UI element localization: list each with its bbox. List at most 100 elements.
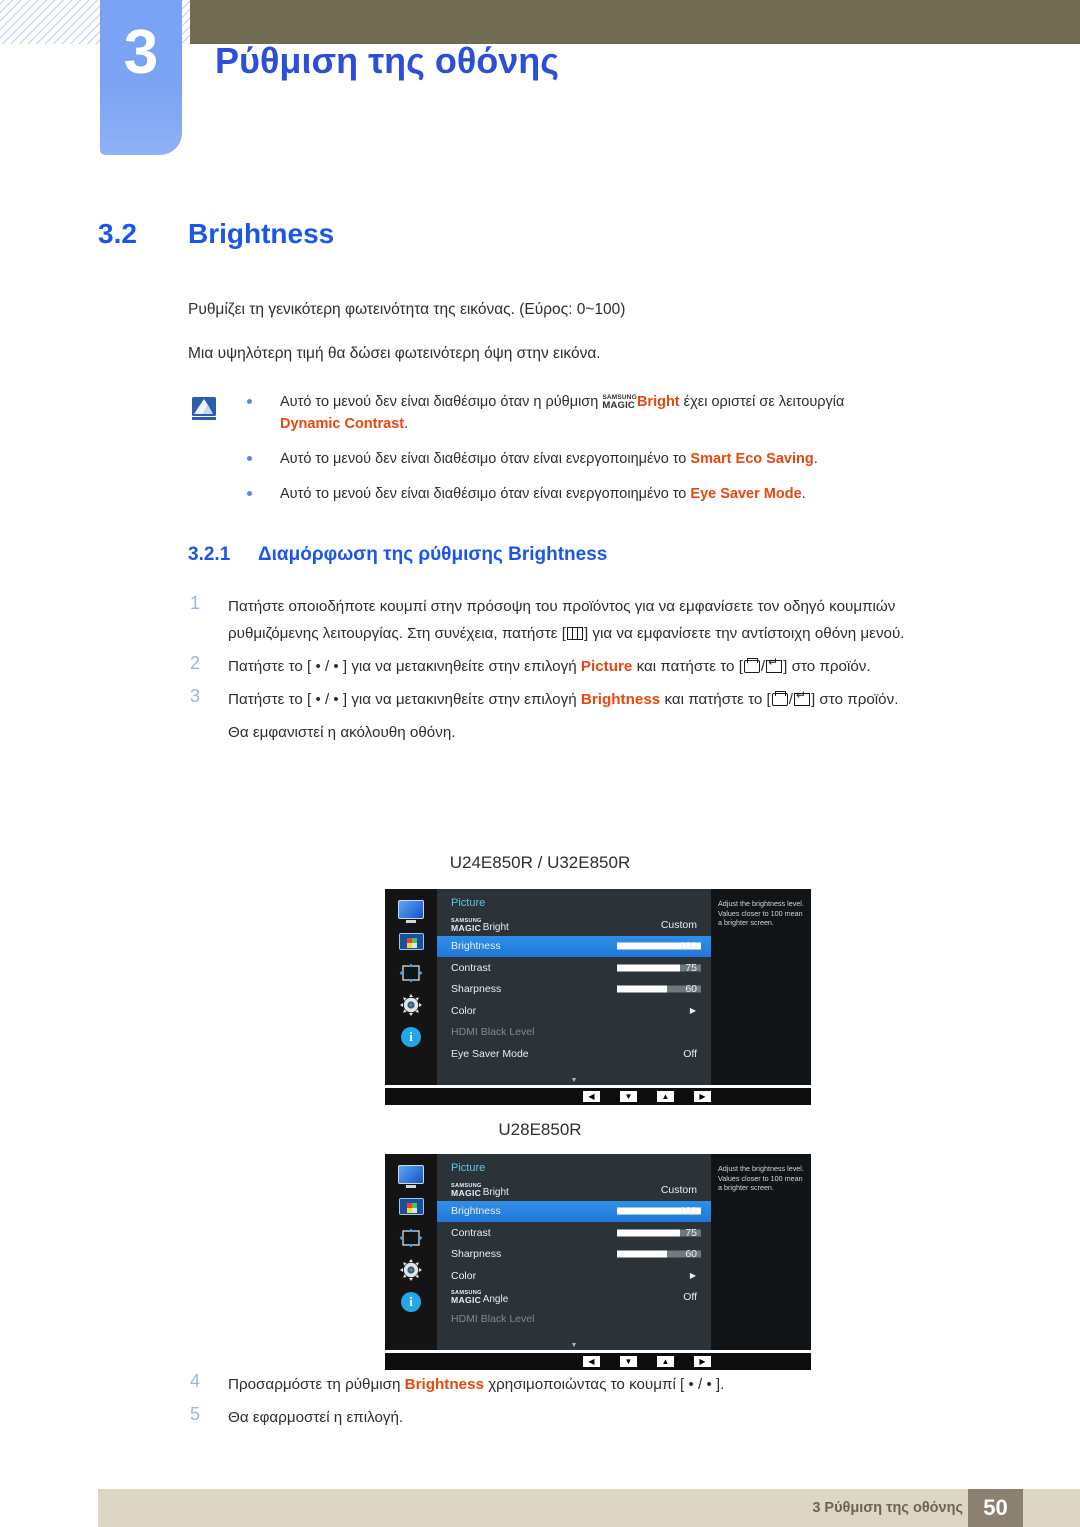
osd-menu-item[interactable]: SAMSUNG MAGIC Bright Custom (437, 1179, 711, 1201)
osd-menu-item[interactable]: Contrast 75 (437, 1222, 711, 1244)
osd-nav-button-1[interactable]: ▼ (620, 1356, 637, 1367)
osd1-menu-title: Picture (451, 897, 486, 909)
osd-nav-button-3[interactable]: ▶ (694, 1091, 711, 1102)
note-icon (191, 396, 219, 422)
osd-menu-item-value: 60 (685, 983, 697, 996)
chapter-number: 3 (123, 18, 159, 87)
step-3-text-a: Πατήστε το [ (228, 691, 316, 708)
samsung-magic-logo: SAMSUNG MAGIC Angle (451, 1290, 508, 1305)
osd-menu-item-label: Brightness (451, 1205, 501, 1218)
osd2-scroll-indicator[interactable]: ▼ (437, 1342, 711, 1349)
monitor-icon[interactable] (396, 1162, 426, 1186)
monitor-icon[interactable] (396, 897, 426, 921)
magic-logo-suffix: Bright (482, 1186, 509, 1198)
osd-nav-button-2[interactable]: ▲ (657, 1091, 674, 1102)
osd-menu-item-label: HDMI Black Level (451, 1026, 535, 1039)
step-4: 4 Προσαρμόστε τη ρύθμιση Brightness χρησ… (190, 1371, 990, 1398)
osd-menu-item-value: Custom (660, 1183, 697, 1196)
osd-menu-item[interactable]: Sharpness 60 (437, 1244, 711, 1266)
osd2-menu-panel: Picture SAMSUNG MAGIC Bright Custom Brightne… (437, 1154, 711, 1350)
note1-text-a: Αυτό το μενού δεν είναι διαθέσιμο όταν η… (280, 394, 603, 410)
osd-menu-item[interactable]: SAMSUNG MAGIC Bright Custom (437, 914, 711, 936)
step-3-text-c: ] για να μετακινηθείτε στην επιλογή (338, 691, 581, 708)
osd-menu-item[interactable]: Color ▶ (437, 1265, 711, 1287)
osd-nav-button-2[interactable]: ▲ (657, 1356, 674, 1367)
osd-menu-item-value: Custom (660, 918, 697, 931)
move-icon[interactable] (396, 961, 426, 985)
magic-logo-bottom: MAGIC (451, 922, 482, 933)
step-1: 1 Πατήστε οποιοδήποτε κουμπί στην πρόσοψ… (190, 593, 990, 647)
osd-screenshot-2: i Picture SAMSUNG MAGIC Bright Custom Bright… (385, 1154, 811, 1370)
step-2-text-d: και πατήστε το [ (632, 658, 743, 675)
osd2-button-bar: ◀ ▼ ▲ ▶ (385, 1353, 811, 1370)
info-icon[interactable]: i (396, 1290, 426, 1314)
osd-menu-item[interactable]: Eye Saver Mode Off (437, 1043, 711, 1065)
osd2-sidebar: i (385, 1154, 437, 1350)
osd-menu-item[interactable]: Contrast 75 (437, 957, 711, 979)
header-olive-bar (190, 0, 1080, 44)
osd-nav-button-0[interactable]: ◀ (583, 1356, 600, 1367)
info-icon[interactable]: i (396, 1025, 426, 1049)
samsung-magic-logo: SAMSUNG MAGIC Bright (451, 918, 509, 933)
osd1-caption: U24E850R / U32E850R (449, 853, 631, 872)
osd-menu-item[interactable]: Color ▶ (437, 1000, 711, 1022)
steps-list-continued: 4 Προσαρμόστε τη ρύθμιση Brightness χρησ… (190, 1371, 990, 1437)
section-number: 3.2 (98, 218, 137, 249)
chapter-title: Ρύθμιση της οθόνης (215, 40, 560, 81)
picture-icon[interactable] (396, 929, 426, 953)
step-4-text-d: ]. (711, 1376, 725, 1393)
subsection-number: 3.2.1 (188, 544, 231, 565)
osd-menu-item-value: 60 (685, 1248, 697, 1261)
note3-text-b: . (801, 486, 806, 502)
gear-icon[interactable] (396, 1258, 426, 1282)
step-3-note: Θα εμφανιστεί η ακόλουθη οθόνη. (228, 724, 456, 741)
osd1-button-bar: ◀ ▼ ▲ ▶ (385, 1088, 811, 1105)
samsung-magic-logo: SAMSUNG MAGIC Bright (451, 1183, 509, 1198)
osd-menu-item[interactable]: Sharpness 60 (437, 979, 711, 1001)
note2-highlight: Smart Eco Saving (690, 451, 814, 467)
chevron-right-icon: ▶ (689, 1006, 696, 1016)
osd-menu-item[interactable]: HDMI Black Level (437, 1308, 711, 1330)
osd2-rows: SAMSUNG MAGIC Bright Custom Brightness 100 Con… (437, 1179, 711, 1330)
step-4-text-b: χρησιμοποιώντας το κουμπί [ (483, 1376, 689, 1393)
osd-menu-item-label: Sharpness (451, 983, 502, 996)
note1-highlight: Dynamic Contrast (280, 416, 405, 432)
picture-icon[interactable] (396, 1194, 426, 1218)
step-2-text-a: Πατήστε το [ (228, 658, 316, 675)
osd-menu-item[interactable]: SAMSUNG MAGIC Angle Off (437, 1287, 711, 1309)
osd1-sidebar: i (385, 889, 437, 1085)
page-header: 3 Ρύθμιση της οθόνης (0, 0, 1080, 155)
move-icon[interactable] (396, 1226, 426, 1250)
osd1-rows: SAMSUNG MAGIC Bright Custom Brightness 100 Con… (437, 914, 711, 1065)
note1-text-c: . (404, 416, 409, 432)
enter-key-icon (766, 656, 783, 673)
bullet-icon (247, 491, 252, 496)
back-key-icon (771, 691, 788, 706)
chapter-number-tab: 3 (100, 0, 182, 155)
osd-menu-item[interactable]: HDMI Black Level (437, 1022, 711, 1044)
section-paragraph-2: Μια υψηλότερη τιμή θα δώσει φωτεινότερη … (188, 345, 601, 362)
step-3: 3 Πατήστε το [ • / • ] για να μετακινηθε… (190, 686, 990, 713)
osd-nav-button-3[interactable]: ▶ (694, 1356, 711, 1367)
step-2-index: 2 (190, 653, 201, 673)
step-4-text-a: Προσαρμόστε τη ρύθμιση (228, 1376, 405, 1393)
step-5-text: Θα εφαρμοστεί η επιλογή. (228, 1409, 404, 1426)
osd-menu-item[interactable]: Brightness 100 (437, 935, 711, 957)
step-2-highlight: Picture (580, 658, 633, 675)
osd-nav-button-1[interactable]: ▼ (620, 1091, 637, 1102)
step-1-text-b: ] για να εμφανίσετε την αντίστοιχη οθόνη… (583, 625, 905, 642)
osd-menu-item-value: 100 (679, 940, 697, 953)
bullet-icon (247, 399, 252, 404)
section-paragraph-1: Ρυθμίζει τη γενικότερη φωτεινότητα της ε… (188, 301, 626, 318)
step-3-highlight: Brightness (580, 691, 661, 708)
gear-icon[interactable] (396, 993, 426, 1017)
osd-menu-item-value: 75 (685, 1226, 697, 1239)
step-5: 5 Θα εφαρμοστεί η επιλογή. (190, 1404, 990, 1431)
osd1-scroll-indicator[interactable]: ▼ (437, 1077, 711, 1084)
osd-nav-button-0[interactable]: ◀ (583, 1091, 600, 1102)
osd1-menu-panel: Picture SAMSUNG MAGIC Bright Custom Brightne… (437, 889, 711, 1085)
step-2-text-f: ] στο προϊόν. (783, 658, 871, 675)
osd-menu-item[interactable]: Brightness 100 (437, 1200, 711, 1222)
note-list: Αυτό το μενού δεν είναι διαθέσιμο όταν η… (242, 391, 982, 518)
osd2-caption: U28E850R (498, 1120, 582, 1139)
